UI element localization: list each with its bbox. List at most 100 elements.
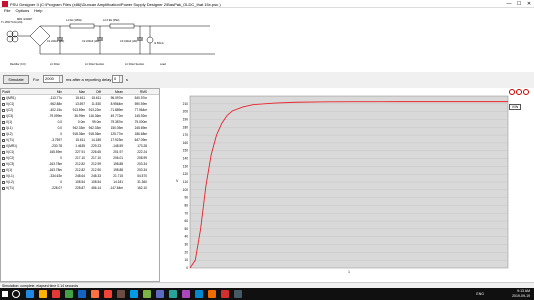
window-title: PSU Designer II (C:\Program Files (x86)\… [10, 2, 221, 7]
taskbar-app-icon[interactable] [143, 290, 151, 298]
caption-rectifier: Rectifier (0.0) [10, 62, 26, 66]
search-icon[interactable] [12, 290, 20, 298]
cell-rms: 54.570 [137, 174, 147, 178]
cell-rms: 245.69m [134, 126, 147, 130]
plot-checkbox[interactable] [2, 132, 5, 136]
plot-checkbox[interactable] [2, 102, 5, 106]
cell-mean: 198.88 [113, 168, 123, 172]
zoom-out-icon[interactable] [516, 89, 522, 95]
taskbar-app-icon[interactable] [195, 290, 203, 298]
taskbar-app-icon[interactable] [91, 290, 99, 298]
cell-rms: 203.34 [137, 162, 147, 166]
plot-checkbox[interactable] [2, 126, 5, 130]
spinner-arrows-icon[interactable] [59, 76, 62, 82]
plot-checkbox[interactable] [2, 174, 5, 178]
cell-mean: 206.01 [113, 156, 123, 160]
taskbar-app-icon[interactable] [39, 290, 47, 298]
taskbar-app-icon[interactable] [182, 290, 190, 298]
maximize-button[interactable]: ☐ [514, 0, 524, 8]
plot-checkbox[interactable] [2, 150, 5, 154]
cell-mean: -71.889m [109, 108, 123, 112]
voltage-plot[interactable]: 0 10 20 30 40 50 60 70 80 90 100 110 120 130 140 150 160… [160, 88, 534, 282]
taskbar-app-icon[interactable] [130, 290, 138, 298]
plot-checkbox[interactable] [2, 114, 5, 118]
transformer[interactable] [6, 30, 19, 43]
cell-max: 15.611 [75, 138, 85, 142]
taskbar-app-icon[interactable] [26, 290, 34, 298]
c3-label: C3 440uF (2Ω) [120, 39, 137, 43]
cell-min: -230.78 [51, 144, 62, 148]
y-axis-label: V [176, 179, 179, 183]
c2-label: C2 220uF (2Ω) [82, 39, 99, 43]
plot-checkbox[interactable] [2, 108, 5, 112]
y-tick-label: 60 [184, 219, 188, 223]
cell-rms: 203.34 [137, 168, 147, 172]
zoom-in-icon[interactable] [509, 89, 515, 95]
cell-plot: I(C3) [1, 114, 39, 118]
start-icon[interactable] [2, 291, 8, 297]
inductor-l2[interactable] [109, 23, 135, 29]
system-tray[interactable]: ENG 9:13 AM 2019-09-19 [476, 289, 530, 299]
spinner-arrows-icon[interactable] [119, 76, 122, 82]
plot-checkbox[interactable] [2, 120, 5, 124]
taskbar-app-icon[interactable] [169, 290, 177, 298]
taskbar-app-icon[interactable] [65, 290, 73, 298]
delay-input[interactable]: 0 [112, 75, 123, 83]
caption-lc-section-2: LC Filter Section [125, 62, 145, 66]
cell-max: 1.4635 [75, 144, 85, 148]
taskbar-app-icon[interactable] [208, 290, 216, 298]
table-row[interactable]: V(T1) -228.07 228.87 456.14 -147.84m 162.10 [1, 185, 159, 191]
bridge-rectifier[interactable] [18, 25, 51, 47]
cell-diff: 942.33m [88, 126, 101, 130]
simulation-toolbar: Simulate For 2000 ms after a reporting d… [0, 72, 534, 88]
plot-checkbox[interactable] [2, 138, 5, 142]
plot-name: V(L2) [6, 180, 14, 184]
plot-area[interactable]: 0 10 20 30 40 50 60 70 80 90 100 110 120 130 140 150 160… [160, 88, 534, 282]
taskbar-app-icon[interactable] [234, 290, 242, 298]
plot-checkbox[interactable] [2, 168, 5, 172]
minimize-button[interactable]: — [504, 0, 514, 8]
taskbar-app-icon[interactable] [78, 290, 86, 298]
plot-checkbox[interactable] [2, 186, 5, 190]
cell-plot: I(L2) [1, 132, 39, 136]
close-button[interactable]: ✕ [524, 0, 534, 8]
cell-diff: 116.36m [88, 114, 101, 118]
taskbar-app-icon[interactable] [221, 290, 229, 298]
cell-min: 0.0 [57, 120, 62, 124]
cell-max: 13.597 [75, 102, 85, 106]
col-max: Max [78, 89, 85, 94]
taskbar-app-icon[interactable] [117, 290, 125, 298]
plot-checkbox[interactable] [2, 96, 5, 100]
inductor-l1[interactable] [69, 23, 95, 29]
cell-rms: 173.28 [137, 144, 147, 148]
cell-min: -3.7597 [51, 138, 62, 142]
schematic-panel[interactable]: MR1 1N4007 Tx 165V 5.0A (2Ω) C1 220uF (2… [0, 14, 534, 72]
cell-rms: 79.000m [134, 120, 147, 124]
taskbar-app-icon[interactable] [104, 290, 112, 298]
cell-rms: 208.99 [137, 156, 147, 160]
cell-min: -79.099m [48, 114, 62, 118]
y-tick-label: 140 [183, 157, 189, 161]
y-tick-label: 90 [184, 196, 188, 200]
cell-plot: V(L2) [1, 180, 39, 184]
language-indicator[interactable]: ENG [476, 292, 484, 297]
taskbar-app-icon[interactable] [156, 290, 164, 298]
cell-plot: V(C3) [1, 162, 39, 166]
capacitor-c3[interactable] [137, 26, 143, 54]
plot-checkbox[interactable] [2, 144, 5, 148]
plot-name: I(L2) [6, 132, 13, 136]
current-source-load[interactable] [146, 26, 154, 54]
plot-checkbox[interactable] [2, 156, 5, 160]
taskbar-app-icon[interactable] [52, 290, 60, 298]
plot-checkbox[interactable] [2, 180, 5, 184]
cell-mean: 14.181 [113, 180, 123, 184]
duration-input[interactable]: 2000 [43, 75, 63, 83]
cell-diff: 14.185 [91, 138, 101, 142]
vw-toggle-button[interactable]: V/W [509, 104, 521, 110]
col-min: Min [56, 89, 62, 94]
simulate-button[interactable]: Simulate [3, 75, 29, 84]
zoom-fit-icon[interactable] [523, 89, 529, 95]
plot-checkbox[interactable] [2, 162, 5, 166]
cell-diff: 217.10 [91, 156, 101, 160]
caption-lc-section-1: LC Filter Section [85, 62, 105, 66]
